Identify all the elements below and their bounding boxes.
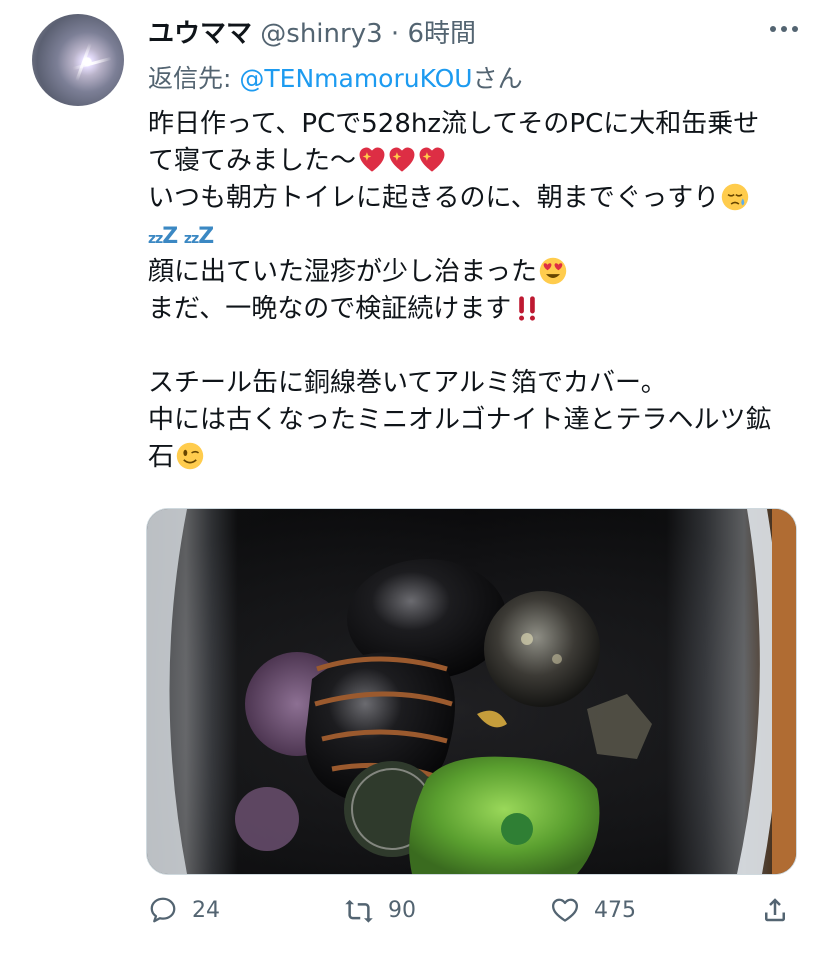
- like-button[interactable]: 475: [550, 895, 636, 925]
- double-exclamation-icon: [519, 296, 536, 321]
- reply-to-prefix: 返信先:: [148, 64, 240, 93]
- tweet-line-8: スチール缶に銅線巻いてアルミ箔でカバー。: [148, 368, 667, 398]
- heart-eyes-face-icon: [539, 257, 567, 285]
- reply-count: 24: [192, 897, 220, 923]
- tweet-line-9: 中には古くなったミニオルゴナイト達とテラヘルツ鉱: [148, 405, 772, 435]
- tweet-line-6-text: まだ、一晩なので検証続けます: [148, 294, 512, 324]
- author-handle[interactable]: @shinry3: [260, 19, 382, 49]
- more-options-icon[interactable]: [770, 26, 798, 32]
- sparkling-heart-icon: [419, 147, 445, 172]
- avatar[interactable]: [32, 14, 124, 106]
- zzz-icon: zzZ zzZ: [148, 224, 214, 249]
- share-button[interactable]: [760, 895, 790, 925]
- like-count: 475: [594, 897, 636, 923]
- share-icon: [765, 898, 785, 922]
- sparkling-heart-icon: [359, 147, 385, 172]
- tweet-header: ユウママ @shinry3 · 6時間: [148, 14, 476, 54]
- retweet-button[interactable]: 90: [344, 895, 416, 925]
- tweet-line-1: 昨日作って、PCで528hz流してそのPCに大和缶乗せ: [148, 109, 760, 139]
- retweet-icon: [345, 899, 373, 923]
- retweet-count: 90: [388, 897, 416, 923]
- tweet-photo[interactable]: [146, 508, 797, 875]
- tweet-line-2-text: て寝てみました〜: [148, 146, 357, 176]
- tweet-time[interactable]: 6時間: [407, 19, 476, 49]
- tweet-line-6: まだ、一晩なので検証続けます: [148, 291, 798, 328]
- heart-icon: [552, 898, 578, 922]
- tweet-line-10-text: 石: [148, 442, 175, 472]
- sparkling-heart-icon: [389, 147, 415, 172]
- tweet-text: 昨日作って、PCで528hz流してそのPCに大和缶乗せ て寝てみました〜 いつも…: [148, 106, 798, 476]
- tweet-line-2: て寝てみました〜: [148, 143, 798, 180]
- reply-to-line: 返信先: @TENmamoruKOUさん: [148, 60, 523, 98]
- tweet-actions: 24 90 475: [148, 895, 796, 935]
- author-name[interactable]: ユウママ: [148, 19, 252, 49]
- tweet-line-5-text: 顔に出ていた湿疹が少し治まった: [148, 257, 537, 287]
- photo-drawing: [147, 509, 796, 874]
- avatar-light-streak: [72, 56, 112, 71]
- reply-icon: [150, 897, 176, 923]
- separator-dot: ·: [390, 19, 400, 49]
- tweet-line-zzz: zzZ zzZ: [148, 217, 798, 254]
- reply-mention-link[interactable]: @TENmamoruKOU: [239, 64, 472, 93]
- tweet-line-3-text: いつも朝方トイレに起きるのに、朝までぐっすり: [148, 183, 720, 213]
- sleepy-face-icon: [722, 183, 749, 211]
- reply-button[interactable]: 24: [148, 895, 220, 925]
- winking-face-icon: [176, 442, 204, 470]
- tweet-line-3: いつも朝方トイレに起きるのに、朝までぐっすり: [148, 180, 798, 217]
- tweet-line-10: 石: [148, 439, 798, 476]
- tweet-line-5: 顔に出ていた湿疹が少し治まった: [148, 254, 798, 291]
- reply-to-suffix: さん: [472, 64, 523, 93]
